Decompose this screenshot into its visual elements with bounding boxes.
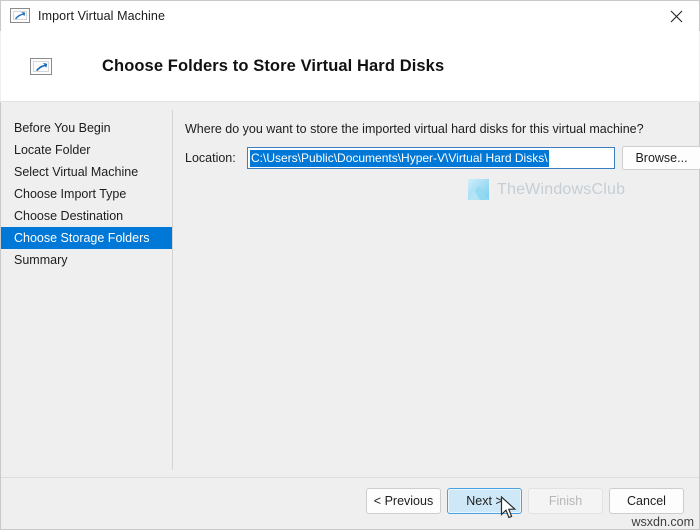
cancel-button[interactable]: Cancel <box>609 488 684 514</box>
titlebar: Import Virtual Machine <box>0 0 700 31</box>
wizard-header-icon <box>30 58 52 75</box>
sidebar-item-select-virtual-machine[interactable]: Select Virtual Machine <box>1 161 172 183</box>
finish-button: Finish <box>528 488 603 514</box>
sidebar-item-choose-destination[interactable]: Choose Destination <box>1 205 172 227</box>
wizard-steps-sidebar: Before You Begin Locate Folder Select Vi… <box>1 103 172 477</box>
sidebar-item-label: Choose Storage Folders <box>14 231 150 245</box>
sidebar-item-before-you-begin[interactable]: Before You Begin <box>1 117 172 139</box>
sidebar-item-label: Before You Begin <box>14 121 111 135</box>
sidebar-item-label: Select Virtual Machine <box>14 165 138 179</box>
wizard-steps-list: Before You Begin Locate Folder Select Vi… <box>1 103 172 271</box>
sidebar-item-label: Choose Destination <box>14 209 123 223</box>
arrow-glyph <box>35 62 48 72</box>
cancel-button-label: Cancel <box>627 494 666 508</box>
window-title: Import Virtual Machine <box>38 9 165 23</box>
watermark-text: TheWindowsClub <box>497 181 625 199</box>
page-title: Choose Folders to Store Virtual Hard Dis… <box>102 57 444 76</box>
close-icon[interactable] <box>653 1 699 31</box>
sidebar-item-label: Locate Folder <box>14 143 90 157</box>
thewindowsclub-logo-icon <box>468 179 489 200</box>
sidebar-item-locate-folder[interactable]: Locate Folder <box>1 139 172 161</box>
import-virtual-machine-window: Import Virtual Machine Choose Folders to… <box>0 0 700 530</box>
location-input[interactable]: C:\Users\Public\Documents\Hyper-V\Virtua… <box>247 147 615 169</box>
arrow-glyph <box>14 11 26 20</box>
site-watermark: wsxdn.com <box>631 515 694 529</box>
wizard-header: Choose Folders to Store Virtual Hard Dis… <box>1 31 699 102</box>
prompt-text: Where do you want to store the imported … <box>185 122 644 136</box>
finish-button-label: Finish <box>549 494 582 508</box>
location-input-value: C:\Users\Public\Documents\Hyper-V\Virtua… <box>250 150 549 167</box>
sidebar-item-choose-import-type[interactable]: Choose Import Type <box>1 183 172 205</box>
location-label: Location: <box>185 151 236 165</box>
wizard-footer: < Previous Next > Finish Cancel <box>1 478 699 529</box>
sidebar-item-label: Choose Import Type <box>14 187 126 201</box>
previous-button[interactable]: < Previous <box>366 488 441 514</box>
sidebar-item-label: Summary <box>14 253 67 267</box>
next-button[interactable]: Next > <box>447 488 522 514</box>
sidebar-item-summary[interactable]: Summary <box>1 249 172 271</box>
browse-button[interactable]: Browse... <box>622 146 700 170</box>
virtual-machine-import-icon <box>10 8 30 24</box>
location-row: Location: C:\Users\Public\Documents\Hype… <box>185 147 690 171</box>
browse-button-label: Browse... <box>635 151 687 165</box>
main-content: Where do you want to store the imported … <box>173 103 699 477</box>
thewindowsclub-watermark: TheWindowsClub <box>468 179 625 200</box>
previous-button-label: < Previous <box>374 494 433 508</box>
next-button-label: Next > <box>466 494 502 508</box>
sidebar-item-choose-storage-folders[interactable]: Choose Storage Folders <box>1 227 172 249</box>
